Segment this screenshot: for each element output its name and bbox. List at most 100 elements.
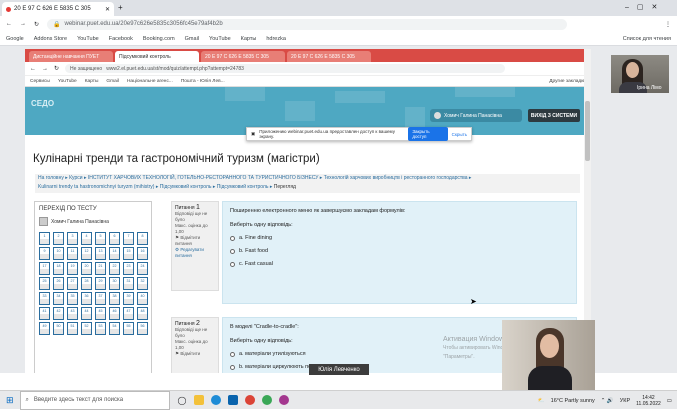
question-nav-button[interactable]: 45 <box>95 307 106 320</box>
task-view-icon[interactable]: ◯ <box>178 396 187 405</box>
notifications-icon[interactable]: ▭ <box>667 398 672 404</box>
question-nav-button[interactable]: 16 <box>137 247 148 260</box>
bookmark-gmail[interactable]: Gmail <box>185 36 199 42</box>
question-nav-button[interactable]: 3 <box>67 232 78 245</box>
extensions-icon[interactable]: ⋮ <box>665 21 671 28</box>
question-nav-button[interactable]: 5 <box>95 232 106 245</box>
app-icon-green[interactable] <box>261 395 272 405</box>
reading-list[interactable]: Список для чтения <box>623 36 671 42</box>
question-nav-button[interactable]: 10 <box>53 247 64 260</box>
inner-address-bar[interactable]: Не защищено www2.el.puet.edu.ua/st/mod/q… <box>65 64 506 73</box>
question-nav-button[interactable]: 28 <box>81 277 92 290</box>
question-nav-button[interactable]: 47 <box>123 307 134 320</box>
language-indicator[interactable]: УКР <box>620 398 630 404</box>
inner-back-icon[interactable]: ← <box>30 66 36 72</box>
taskbar-search[interactable]: ⌕ Введите здесь текст для поиска <box>19 390 170 410</box>
inner-bookmark-maps[interactable]: Карты <box>85 79 99 84</box>
window-controls[interactable]: –▢✕ <box>625 3 665 11</box>
question-nav-button[interactable]: 40 <box>137 292 148 305</box>
question-nav-button[interactable]: 27 <box>67 277 78 290</box>
mail-icon[interactable] <box>227 395 238 405</box>
speaker-video-tile[interactable] <box>502 320 595 391</box>
inner-tab-1[interactable]: Дистанційне навчання ПУЕТ <box>29 51 113 62</box>
radio-button[interactable] <box>230 351 235 357</box>
app-icon-purple[interactable] <box>278 395 289 405</box>
question-nav-button[interactable]: 7 <box>123 232 134 245</box>
inner-tab-4[interactable]: 20 E 97 C 626 E 5835 C 305 <box>287 51 371 62</box>
reload-icon[interactable]: ↻ <box>34 21 39 28</box>
question-nav-button[interactable]: 36 <box>81 292 92 305</box>
question-nav-button[interactable]: 2 <box>53 232 64 245</box>
crumb-home[interactable]: На головну <box>38 175 64 181</box>
radio-button[interactable] <box>230 261 235 267</box>
inner-bookmark-youtube[interactable]: YouTube <box>58 79 77 84</box>
outer-browser-tab[interactable]: 20 E 97 C 626 E 5835 C 305 ✕ <box>2 2 114 16</box>
inner-bookmark-gmail[interactable]: Gmail <box>106 79 119 84</box>
crumb-section[interactable]: Підсумковий контроль <box>160 184 212 190</box>
question-nav-button[interactable]: 44 <box>81 307 92 320</box>
crumb-course[interactable]: Kulinarni trendy ta hastronomichnyi tury… <box>38 184 154 190</box>
question-nav-button[interactable]: 38 <box>109 292 120 305</box>
question-nav-button[interactable]: 13 <box>95 247 106 260</box>
question-nav-button[interactable]: 54 <box>109 322 120 335</box>
stop-sharing-button[interactable]: Закрыть доступ <box>408 127 448 141</box>
question-nav-button[interactable]: 18 <box>53 262 64 275</box>
question-nav-button[interactable]: 12 <box>81 247 92 260</box>
crumb-department[interactable]: Технологій харчових виробництв і рестора… <box>324 175 468 181</box>
crumb-quiz[interactable]: Підсумковий контроль <box>217 184 269 190</box>
question-nav-button[interactable]: 31 <box>123 277 134 290</box>
question-nav-button[interactable]: 4 <box>81 232 92 245</box>
file-explorer-icon[interactable] <box>193 395 204 405</box>
clock[interactable]: 14:42 11.05.2022 <box>636 395 661 407</box>
question-nav-button[interactable]: 21 <box>95 262 106 275</box>
site-logo[interactable]: СЕДО <box>31 99 54 108</box>
radio-button[interactable] <box>230 364 235 370</box>
question-nav-button[interactable]: 1 <box>39 232 50 245</box>
question-nav-button[interactable]: 35 <box>67 292 78 305</box>
question-nav-button[interactable]: 56 <box>137 322 148 335</box>
question-1-flag[interactable]: ⚑ Відмітити питання <box>175 235 215 247</box>
question-nav-button[interactable]: 11 <box>67 247 78 260</box>
question-nav-button[interactable]: 46 <box>109 307 120 320</box>
question-nav-button[interactable]: 42 <box>53 307 64 320</box>
hide-notification-button[interactable]: Скрыть <box>452 132 467 137</box>
question-nav-button[interactable]: 48 <box>137 307 148 320</box>
participant-video-tile[interactable]: Ірина Лімо <box>611 55 669 93</box>
bookmark-youtube-2[interactable]: YouTube <box>209 36 231 42</box>
crumb-institute[interactable]: ІНСТИТУТ ХАРЧОВИХ ТЕХНОЛОГІЙ, ГОТЕЛЬНО-Р… <box>88 175 319 181</box>
question-nav-button[interactable]: 30 <box>109 277 120 290</box>
inner-reload-icon[interactable]: ↻ <box>54 65 59 72</box>
inner-other-bookmarks[interactable]: Другие закладки <box>549 79 586 84</box>
question-1-option-c[interactable]: c. Fast casual <box>230 260 569 268</box>
question-nav-button[interactable]: 53 <box>95 322 106 335</box>
bookmark-maps[interactable]: Карты <box>241 36 257 42</box>
forward-icon[interactable]: → <box>20 21 26 27</box>
question-nav-button[interactable]: 39 <box>123 292 134 305</box>
question-nav-button[interactable]: 37 <box>95 292 106 305</box>
bookmark-facebook[interactable]: Facebook <box>109 36 133 42</box>
edge-icon[interactable] <box>210 395 221 405</box>
question-nav-button[interactable]: 32 <box>137 277 148 290</box>
logout-button[interactable]: ВИХІД З СИСТЕМИ <box>528 109 580 122</box>
question-nav-button[interactable]: 33 <box>39 292 50 305</box>
radio-button[interactable] <box>230 235 235 241</box>
question-2-flag[interactable]: ⚑ Відмітити <box>175 351 215 357</box>
bookmark-google[interactable]: Google <box>6 36 24 42</box>
question-nav-button[interactable]: 14 <box>109 247 120 260</box>
question-nav-button[interactable]: 23 <box>123 262 134 275</box>
question-1-edit[interactable]: ⚙ Редагувати питання <box>175 247 215 259</box>
chrome-icon[interactable] <box>244 395 255 405</box>
radio-button[interactable] <box>230 248 235 254</box>
question-nav-button[interactable]: 19 <box>67 262 78 275</box>
question-nav-button[interactable]: 22 <box>109 262 120 275</box>
close-tab-icon[interactable]: ✕ <box>105 6 110 13</box>
question-nav-button[interactable]: 43 <box>67 307 78 320</box>
inner-tab-2[interactable]: Підсумковий контроль <box>115 51 199 62</box>
inner-bookmark-agency[interactable]: Національне агенс... <box>127 79 173 84</box>
crumb-courses[interactable]: Курси <box>69 175 82 181</box>
tray-icons[interactable]: ⌃ 🔊 <box>601 398 614 404</box>
inner-bookmark-mail[interactable]: Пошта - Юлія Лев... <box>181 79 225 84</box>
inner-bookmark-services[interactable]: Сервисы <box>30 79 50 84</box>
new-tab-icon[interactable]: + <box>118 3 123 12</box>
inner-tab-3[interactable]: 20 E 97 C 626 E 5835 C 305 <box>201 51 285 62</box>
